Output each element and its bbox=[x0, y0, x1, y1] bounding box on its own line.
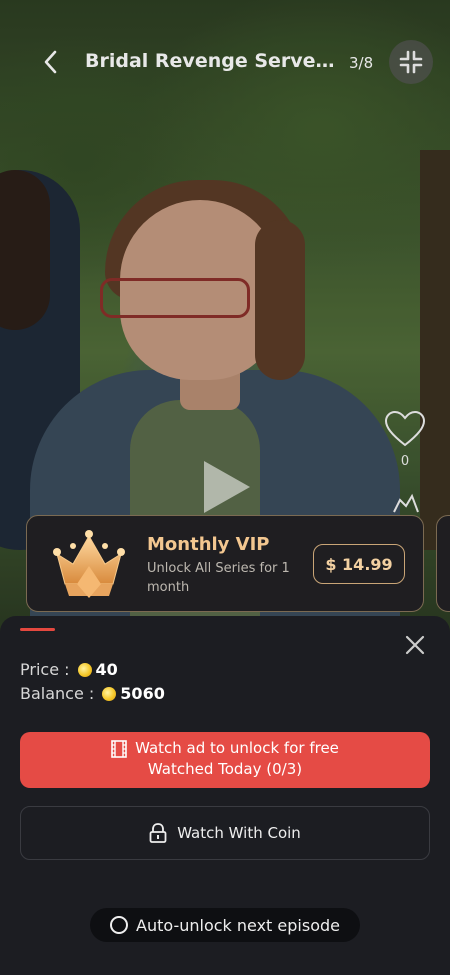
radio-unchecked-icon bbox=[110, 916, 128, 934]
price-row: Price : 40 bbox=[20, 660, 118, 679]
sheet-accent-bar bbox=[20, 628, 55, 631]
film-icon bbox=[111, 739, 127, 758]
auto-unlock-label: Auto-unlock next episode bbox=[136, 915, 340, 935]
watch-ad-label: Watch ad to unlock for free bbox=[135, 739, 339, 757]
unlock-sheet: Price : 40 Balance : 5060 Watch ad to un… bbox=[0, 616, 450, 975]
like-action[interactable]: 0 bbox=[383, 410, 427, 469]
watched-today-label: Watched Today (0/3) bbox=[147, 760, 303, 778]
balance-label: Balance : bbox=[20, 684, 95, 703]
coin-icon bbox=[77, 662, 92, 677]
crown-icon bbox=[53, 530, 125, 598]
watch-with-coin-button[interactable]: Watch With Coin bbox=[20, 806, 430, 860]
episode-counter: 3/8 bbox=[349, 54, 374, 72]
price-label: Price : bbox=[20, 660, 70, 679]
play-icon[interactable] bbox=[196, 457, 256, 517]
heart-icon bbox=[384, 410, 426, 447]
top-bar: Bridal Revenge Served ... 3/8 bbox=[0, 40, 450, 84]
balance-value: 5060 bbox=[120, 684, 165, 703]
series-title: Bridal Revenge Served ... bbox=[85, 50, 340, 72]
auto-unlock-toggle[interactable]: Auto-unlock next episode bbox=[90, 908, 360, 942]
watch-ad-button[interactable]: Watch ad to unlock for free Watched Toda… bbox=[20, 732, 430, 788]
next-offer-card-edge[interactable] bbox=[436, 515, 450, 612]
vip-offer-card[interactable]: Monthly VIP Unlock All Series for 1 mont… bbox=[26, 515, 424, 612]
back-icon[interactable] bbox=[38, 48, 66, 76]
lock-icon bbox=[149, 823, 167, 843]
coin-icon bbox=[102, 686, 117, 701]
like-count: 0 bbox=[400, 454, 410, 469]
price-value: 40 bbox=[95, 660, 118, 679]
vip-description: Unlock All Series for 1 month bbox=[147, 561, 290, 595]
balance-row: Balance : 5060 bbox=[20, 684, 165, 703]
collapse-icon bbox=[399, 50, 423, 74]
vip-price-button[interactable]: $ 14.99 bbox=[313, 544, 405, 584]
share-icon[interactable] bbox=[390, 492, 422, 514]
collapse-button[interactable] bbox=[389, 40, 433, 84]
watch-with-coin-label: Watch With Coin bbox=[177, 824, 301, 842]
close-icon[interactable] bbox=[402, 632, 428, 658]
vip-title: Monthly VIP bbox=[147, 534, 270, 555]
